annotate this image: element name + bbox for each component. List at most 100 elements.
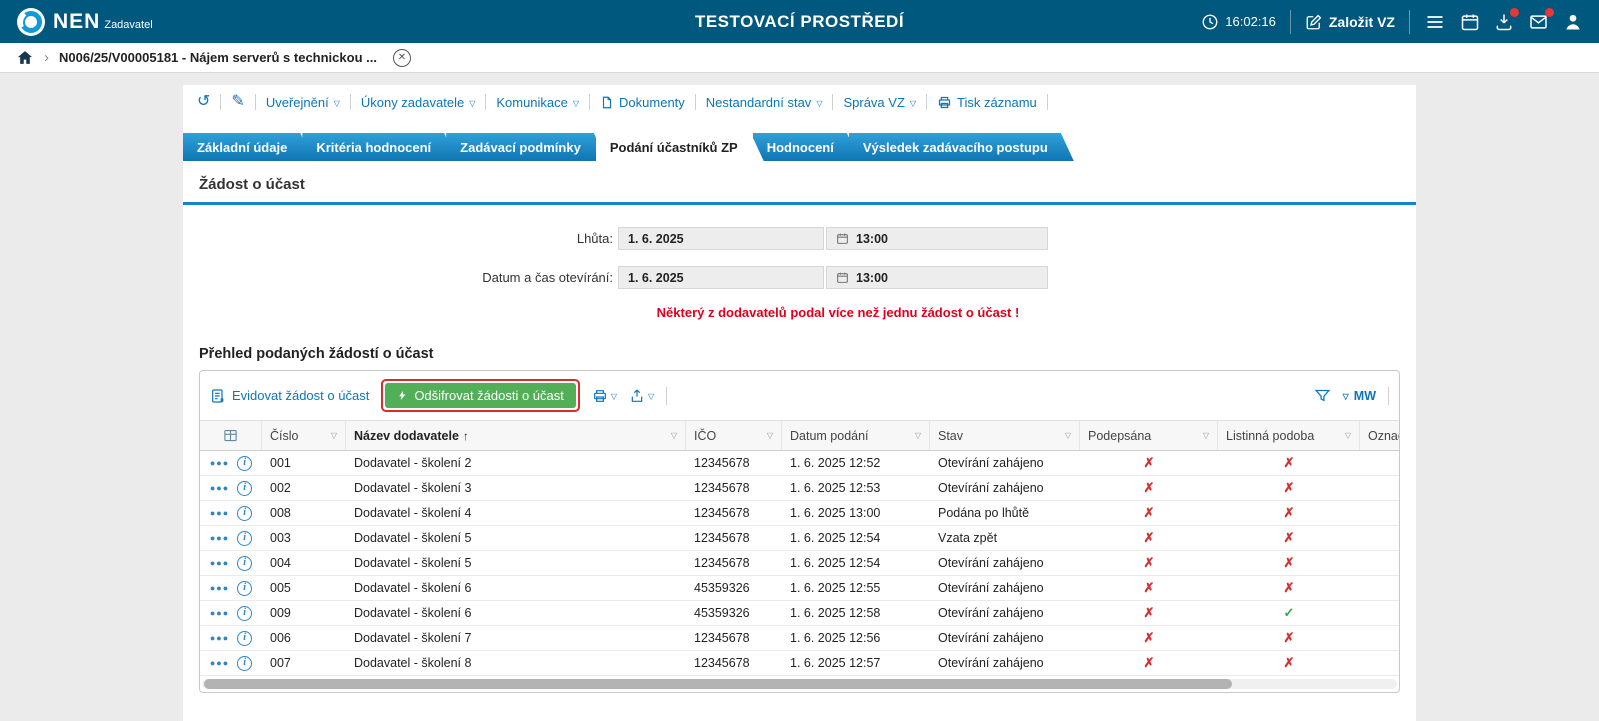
toolbar-divider: [832, 94, 833, 110]
funnel-icon: [1314, 387, 1331, 404]
home-icon[interactable]: [16, 49, 34, 66]
table-row[interactable]: ●●●i004Dodavatel - školení 5123456781. 6…: [200, 551, 1399, 576]
column-header-oznacen[interactable]: Označ: [1360, 421, 1400, 450]
messages-button[interactable]: [1528, 12, 1549, 32]
table-row[interactable]: ●●●i009Dodavatel - školení 6453593261. 6…: [200, 601, 1399, 626]
breadcrumb-item[interactable]: N006/25/V00005181 - Nájem serverů s tech…: [59, 50, 377, 65]
decrypt-requests-button[interactable]: Odšifrovat žádosti o účast: [385, 383, 576, 408]
row-menu-button[interactable]: ●●●: [210, 609, 229, 618]
otevirani-date-field[interactable]: 1. 6. 2025: [618, 266, 824, 289]
cell-oznacen: [1360, 526, 1400, 550]
table-row[interactable]: ●●●i006Dodavatel - školení 7123456781. 6…: [200, 626, 1399, 651]
scrollbar-thumb[interactable]: [204, 679, 1232, 689]
tab-podani-ucastniku-zp[interactable]: Podání účastníků ZP: [596, 133, 764, 161]
tab-vysledek-zadavaciho-postupu[interactable]: Výsledek zadávacího postupu: [849, 133, 1074, 161]
row-menu-button[interactable]: ●●●: [210, 509, 229, 518]
row-menu-button[interactable]: ●●●: [210, 484, 229, 493]
row-menu-button[interactable]: ●●●: [210, 559, 229, 568]
brand[interactable]: NEN Zadavatel: [16, 7, 153, 37]
toolbar-item-komunikace[interactable]: Komunikace▽: [496, 95, 579, 110]
column-header-cislo[interactable]: Číslo▽: [262, 421, 346, 450]
table-row[interactable]: ●●●i002Dodavatel - školení 3123456781. 6…: [200, 476, 1399, 501]
row-info-icon[interactable]: i: [237, 531, 252, 546]
tab-zakladni-udaje[interactable]: Základní údaje: [183, 133, 313, 161]
column-header-ico[interactable]: IČO▽: [686, 421, 782, 450]
toolbar-item-uverejneni[interactable]: Uveřejnění▽: [266, 95, 340, 110]
otevirani-time-field[interactable]: 13:00: [826, 266, 1048, 289]
filter-button[interactable]: [1314, 387, 1331, 404]
cell-stav: Otevírání zahájeno: [930, 576, 1080, 600]
cell-stav: Podána po lhůtě: [930, 501, 1080, 525]
edit-record-icon[interactable]: ✎: [231, 94, 244, 110]
filter-icon[interactable]: ▽: [915, 431, 921, 440]
row-info-icon[interactable]: i: [237, 581, 252, 596]
row-info-icon[interactable]: i: [237, 456, 252, 471]
cell-oznacen: [1360, 601, 1400, 625]
filter-icon[interactable]: ▽: [671, 431, 677, 440]
listinna-no-icon: ✗: [1218, 501, 1360, 525]
row-menu-button[interactable]: ●●●: [210, 534, 229, 543]
row-menu-button[interactable]: ●●●: [210, 659, 229, 668]
cell-ico: 12345678: [686, 626, 782, 650]
filter-icon[interactable]: ▽: [767, 431, 773, 440]
print-grid-button[interactable]: ▽: [592, 388, 617, 404]
filter-icon[interactable]: ▽: [331, 431, 337, 440]
table-row[interactable]: ●●●i008Dodavatel - školení 4123456781. 6…: [200, 501, 1399, 526]
grid-toolbar: Evidovat žádost o účast Odšifrovat žádos…: [200, 371, 1399, 420]
row-info-icon[interactable]: i: [237, 606, 252, 621]
table-row[interactable]: ●●●i001Dodavatel - školení 2123456781. 6…: [200, 451, 1399, 476]
row-info-icon[interactable]: i: [237, 631, 252, 646]
export-grid-button[interactable]: ▽: [629, 388, 654, 404]
column-header-datum-podani[interactable]: Datum podání▽: [782, 421, 930, 450]
horizontal-scrollbar[interactable]: [202, 679, 1397, 689]
printer-icon: [937, 95, 952, 110]
cell-stav: Otevírání zahájeno: [930, 451, 1080, 475]
tab-zadavaci-podminky[interactable]: Zadávací podmínky: [446, 133, 607, 161]
lhuta-date-field[interactable]: 1. 6. 2025: [618, 227, 824, 250]
row-info-icon[interactable]: i: [237, 556, 252, 571]
toolbar-item-sprava-vz[interactable]: Správa VZ▽: [843, 95, 916, 110]
table-row[interactable]: ●●●i003Dodavatel - školení 5123456781. 6…: [200, 526, 1399, 551]
lhuta-time-field[interactable]: 13:00: [826, 227, 1048, 250]
toolbar-item-ukony-zadavatele[interactable]: Úkony zadavatele▽: [361, 95, 476, 110]
row-menu-button[interactable]: ●●●: [210, 584, 229, 593]
history-icon[interactable]: ↺: [197, 94, 210, 110]
cell-stav: Otevírání zahájeno: [930, 476, 1080, 500]
toolbar-item-nestandardni-stav[interactable]: Nestandardní stav▽: [706, 95, 823, 110]
column-settings-header[interactable]: [200, 421, 262, 450]
listinna-yes-icon: ✓: [1218, 601, 1360, 625]
row-menu-button[interactable]: ●●●: [210, 634, 229, 643]
row-menu-button[interactable]: ●●●: [210, 459, 229, 468]
register-request-button[interactable]: Evidovat žádost o účast: [210, 388, 369, 404]
toolbar-item-dokumenty[interactable]: Dokumenty: [600, 95, 685, 110]
cell-nazev-dodavatele: Dodavatel - školení 6: [346, 576, 686, 600]
menu-button[interactable]: [1424, 12, 1446, 32]
downloads-button[interactable]: [1494, 12, 1514, 32]
toolbar-item-tisk-zaznamu[interactable]: Tisk záznamu: [937, 95, 1037, 110]
view-selector[interactable]: ▽ MW: [1343, 389, 1376, 403]
row-info-icon[interactable]: i: [237, 481, 252, 496]
cell-datum-podani: 1. 6. 2025 12:58: [782, 601, 930, 625]
filter-icon[interactable]: ▽: [1203, 431, 1209, 440]
profile-button[interactable]: [1563, 12, 1583, 32]
podepsana-no-icon: ✗: [1080, 651, 1218, 675]
column-header-nazev-dodavatele[interactable]: Název dodavatele↑▽: [346, 421, 686, 450]
tab-hodnoceni[interactable]: Hodnocení: [753, 133, 860, 161]
cell-ico: 45359326: [686, 576, 782, 600]
cell-ico: 45359326: [686, 601, 782, 625]
close-record-icon[interactable]: ✕: [393, 49, 411, 67]
row-info-icon[interactable]: i: [237, 656, 252, 671]
tab-kriteria-hodnoceni[interactable]: Kritéria hodnocení: [302, 133, 457, 161]
row-info-icon[interactable]: i: [237, 506, 252, 521]
listinna-no-icon: ✗: [1218, 651, 1360, 675]
column-header-listinna-podoba[interactable]: Listinná podoba▽: [1218, 421, 1360, 450]
table-row[interactable]: ●●●i005Dodavatel - školení 6453593261. 6…: [200, 576, 1399, 601]
table-row[interactable]: ●●●i007Dodavatel - školení 8123456781. 6…: [200, 651, 1399, 676]
column-header-stav[interactable]: Stav▽: [930, 421, 1080, 450]
section-title: Žádost o účast: [183, 161, 1416, 202]
calendar-button[interactable]: [1460, 12, 1480, 32]
column-header-podepsana[interactable]: Podepsána▽: [1080, 421, 1218, 450]
filter-icon[interactable]: ▽: [1065, 431, 1071, 440]
filter-icon[interactable]: ▽: [1345, 431, 1351, 440]
create-vz-button[interactable]: Založit VZ: [1305, 13, 1395, 31]
